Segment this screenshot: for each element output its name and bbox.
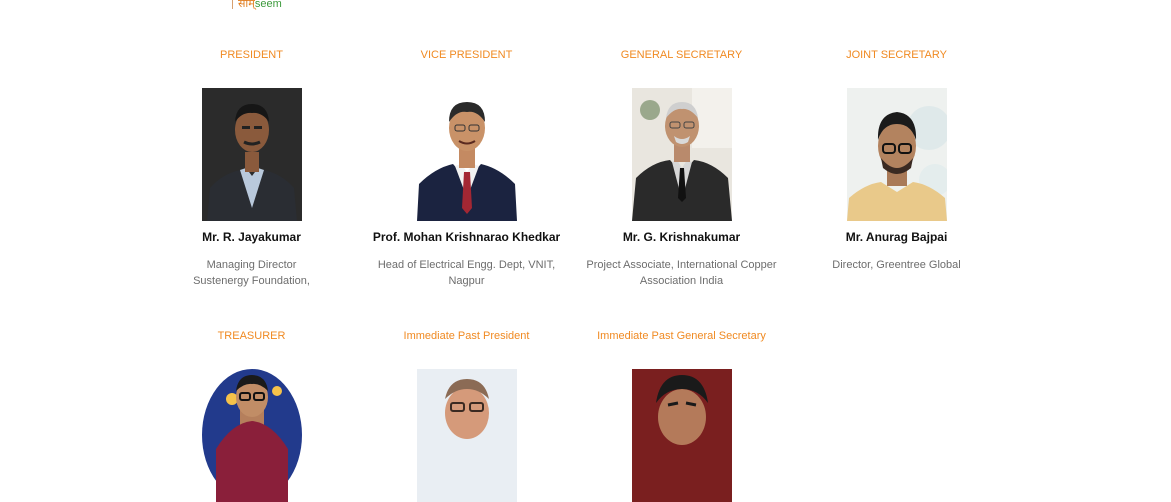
description-line: Association India [639, 275, 724, 287]
portrait-image [417, 88, 517, 221]
member-photo [417, 369, 517, 502]
member-role: GENERAL SECRETARY [620, 49, 743, 61]
portrait-image [847, 88, 947, 221]
member-card-president: PRESIDENT Mr. R. Jayakumar Managing Dire… [144, 48, 359, 287]
description-line: Project Associate, International Copper [586, 259, 777, 271]
portrait-image [632, 88, 732, 221]
member-card-general-secretary: GENERAL SECRETARY Mr. G. Krishnakumar Pr… [574, 48, 789, 287]
member-photo [417, 88, 517, 221]
member-description: Head of Electrical Engg. Dept, VNIT, Nag… [359, 257, 574, 289]
member-card-vice-president: VICE PRESIDENT Prof. Mohan Krishnarao Kh… [359, 48, 574, 287]
member-card-treasurer: TREASURER [144, 329, 359, 502]
member-role: Immediate Past President [403, 330, 530, 342]
member-description: Director, Greentree Global [789, 257, 1004, 273]
logo-divider [232, 0, 233, 9]
member-name: Mr. R. Jayakumar [202, 230, 301, 244]
member-description: Project Associate, International Copper … [574, 257, 789, 289]
portrait-image [632, 369, 732, 502]
logo-hindi-text: सीम् [238, 0, 255, 10]
member-card-immediate-past-president: Immediate Past President [359, 329, 574, 502]
member-name: Mr. G. Krishnakumar [622, 230, 741, 244]
member-role: JOINT SECRETARY [846, 49, 947, 61]
description-line: Managing Director [206, 259, 297, 271]
member-photo [202, 88, 302, 221]
member-card-immediate-past-general-secretary: Immediate Past General Secretary [574, 329, 789, 502]
member-description: Managing Director Sustenergy Foundation, [144, 257, 359, 289]
portrait-image [202, 88, 302, 221]
member-name: Mr. Anurag Bajpai [845, 230, 948, 244]
member-card-joint-secretary: JOINT SECRETARY Mr. Anurag Bajpai Direct… [789, 48, 1004, 271]
description-line: Head of Electrical Engg. Dept, VNIT, [377, 259, 556, 271]
description-line: Director, Greentree Global [832, 259, 961, 271]
portrait-image [202, 369, 302, 502]
member-role: TREASURER [217, 330, 286, 342]
description-line: Sustenergy Foundation, [193, 275, 310, 287]
member-name: Prof. Mohan Krishnarao Khedkar [372, 230, 561, 244]
logo-english-text: seem [254, 0, 282, 10]
member-photo [847, 88, 947, 221]
description-line: Nagpur [448, 275, 485, 287]
member-role: PRESIDENT [220, 49, 283, 61]
member-photo [202, 369, 302, 502]
member-photo [632, 369, 732, 502]
seem-logo[interactable]: सीम् seem [232, 0, 282, 11]
member-photo [632, 88, 732, 221]
member-role: Immediate Past General Secretary [597, 330, 766, 342]
portrait-image [417, 369, 517, 502]
member-role: VICE PRESIDENT [420, 49, 513, 61]
